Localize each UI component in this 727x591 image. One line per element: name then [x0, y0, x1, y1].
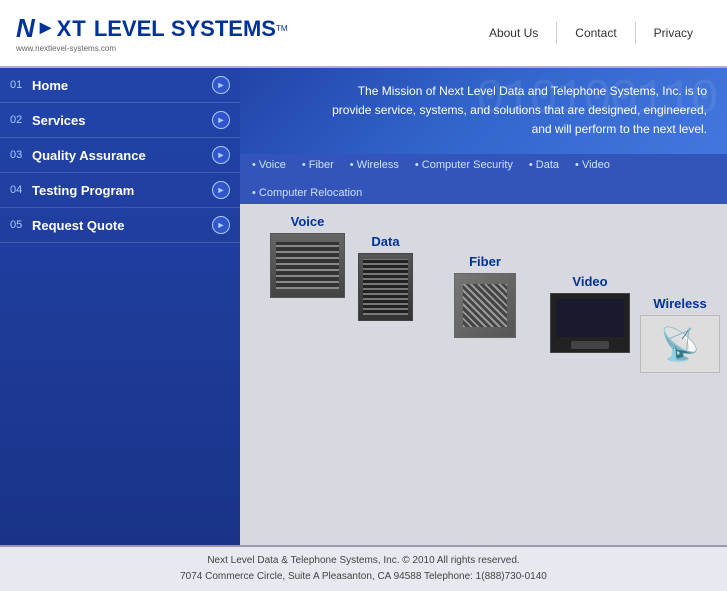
- service-data: Data: [358, 234, 413, 321]
- mission-text: The Mission of Next Level Data and Telep…: [327, 82, 707, 140]
- footer: Next Level Data & Telephone Systems, Inc…: [0, 545, 727, 591]
- sidebar-label-quote: Request Quote: [32, 218, 212, 233]
- sidebar-arrow-icon-5: ►: [212, 216, 230, 234]
- logo-arrow-icon: ►: [36, 17, 56, 40]
- service-voice: Voice: [270, 214, 345, 298]
- logo-n: N: [16, 13, 35, 44]
- service-image-wireless: [640, 315, 720, 373]
- sidebar-arrow-icon-3: ►: [212, 146, 230, 164]
- top-banner: 010100110 The Mission of Next Level Data…: [240, 68, 727, 154]
- sidebar-item-quality[interactable]: 03 Quality Assurance ►: [0, 138, 240, 173]
- bullet-bar: • Voice • Fiber • Wireless • Computer Se…: [240, 154, 727, 204]
- service-image-voice: [270, 233, 345, 298]
- bullet-computer-relocation: • Computer Relocation: [252, 187, 362, 199]
- service-label-fiber: Fiber: [469, 254, 501, 269]
- logo-subtitle: www.nextlevel-systems.com: [16, 44, 471, 53]
- service-image-fiber: [454, 273, 516, 338]
- header: N ► XT LEVEL SYSTEMS TM www.nextlevel-sy…: [0, 0, 727, 68]
- service-label-data: Data: [371, 234, 399, 249]
- services-area: Voice Data Fiber Video Wireless: [240, 204, 727, 545]
- sidebar-num-1: 01: [10, 79, 32, 91]
- top-nav: About Us Contact Privacy: [471, 22, 711, 44]
- logo-level: LEVEL: [94, 16, 171, 42]
- sidebar-num-4: 04: [10, 184, 32, 196]
- nav-about[interactable]: About Us: [471, 22, 557, 44]
- service-wireless: Wireless: [640, 296, 720, 373]
- sidebar-item-home[interactable]: 01 Home ►: [0, 68, 240, 103]
- logo-tm: TM: [276, 24, 288, 33]
- service-label-wireless: Wireless: [653, 296, 706, 311]
- sidebar-item-quote[interactable]: 05 Request Quote ►: [0, 208, 240, 243]
- sidebar-label-quality: Quality Assurance: [32, 148, 212, 163]
- main-layout: 01 Home ► 02 Services ► 03 Quality Assur…: [0, 68, 727, 545]
- sidebar-label-home: Home: [32, 78, 212, 93]
- sidebar-arrow-icon-2: ►: [212, 111, 230, 129]
- sidebar-arrow-icon-1: ►: [212, 76, 230, 94]
- sidebar-arrow-icon-4: ►: [212, 181, 230, 199]
- sidebar-item-services[interactable]: 02 Services ►: [0, 103, 240, 138]
- nav-contact[interactable]: Contact: [557, 22, 635, 44]
- content-area: 010100110 The Mission of Next Level Data…: [240, 68, 727, 545]
- bullet-fiber: • Fiber: [302, 159, 334, 171]
- bullet-data: • Data: [529, 159, 559, 171]
- logo-rest: XT: [57, 16, 94, 42]
- logo-systems: SYSTEMS: [171, 16, 276, 42]
- sidebar-label-services: Services: [32, 113, 212, 128]
- service-label-voice: Voice: [291, 214, 325, 229]
- logo-area: N ► XT LEVEL SYSTEMS TM www.nextlevel-sy…: [16, 13, 471, 53]
- bullet-computer-security: • Computer Security: [415, 159, 513, 171]
- logo: N ► XT LEVEL SYSTEMS TM: [16, 13, 471, 44]
- sidebar-item-testing[interactable]: 04 Testing Program ►: [0, 173, 240, 208]
- service-image-data: [358, 253, 413, 321]
- sidebar-label-testing: Testing Program: [32, 183, 212, 198]
- bullet-wireless: • Wireless: [350, 159, 399, 171]
- sidebar-num-3: 03: [10, 149, 32, 161]
- sidebar: 01 Home ► 02 Services ► 03 Quality Assur…: [0, 68, 240, 545]
- service-video: Video: [550, 274, 630, 353]
- bullet-video: • Video: [575, 159, 610, 171]
- footer-line2: 7074 Commerce Circle, Suite A Pleasanton…: [10, 569, 717, 585]
- sidebar-num-5: 05: [10, 219, 32, 231]
- sidebar-num-2: 02: [10, 114, 32, 126]
- service-label-video: Video: [572, 274, 607, 289]
- service-image-video: [550, 293, 630, 353]
- bullet-voice: • Voice: [252, 159, 286, 171]
- service-fiber: Fiber: [454, 254, 516, 338]
- footer-line1: Next Level Data & Telephone Systems, Inc…: [10, 553, 717, 569]
- nav-privacy[interactable]: Privacy: [636, 22, 711, 44]
